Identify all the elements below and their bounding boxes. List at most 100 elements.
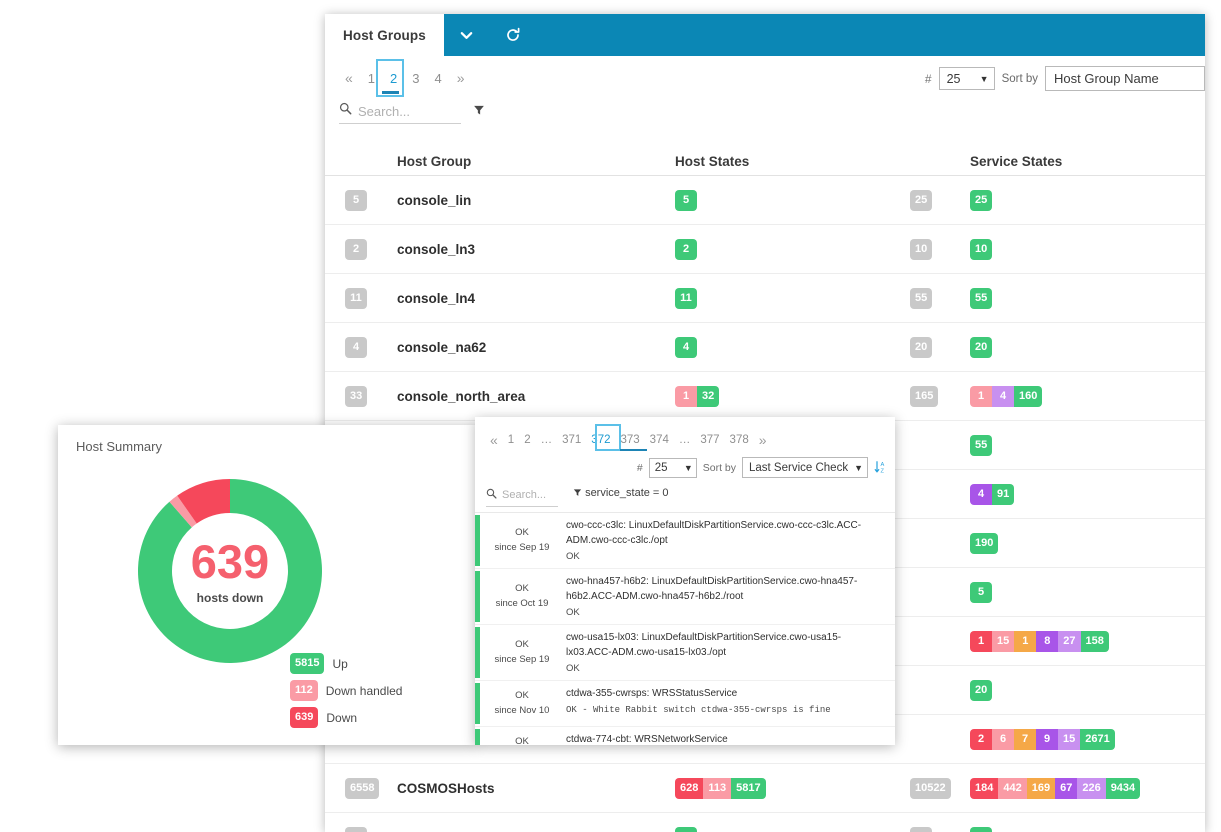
service-state-badge: 5: [970, 581, 992, 603]
services-pagination-next[interactable]: »: [755, 431, 771, 449]
chevron-down-icon[interactable]: [444, 14, 490, 56]
services-search-input[interactable]: Search...: [486, 486, 558, 507]
row-host-group-name[interactable]: console_lin: [397, 193, 675, 208]
legend-label: Down: [326, 710, 358, 725]
service-state-label: OK: [515, 639, 529, 651]
services-per-page-value: 25: [654, 461, 668, 474]
service-state-badge: 9434: [1105, 777, 1141, 799]
table-row[interactable]: 11 console_ln4 11 55 55: [325, 274, 1205, 323]
service-name[interactable]: ctdwa-774-cbt: WRSNetworkService: [566, 733, 883, 745]
service-info: cwo-hna457-h6b2: LinuxDefaultDiskPartiti…: [564, 569, 895, 624]
pagination-prev[interactable]: «: [339, 68, 359, 88]
service-info: cwo-usa15-lx03: LinuxDefaultDiskPartitio…: [564, 625, 895, 680]
services-pagination-page-1[interactable]: 1: [504, 433, 518, 447]
service-row[interactable]: OK since Oct 19 cwo-hna457-h6b2: LinuxDefa…: [475, 569, 895, 625]
services-pagination-page-2[interactable]: 2: [520, 433, 534, 447]
services-pagination-page-…[interactable]: …: [675, 433, 695, 447]
host-state-group: 4: [675, 336, 697, 358]
services-sort-by-select[interactable]: Last Service Check ▼: [742, 457, 868, 478]
row-host-group-name[interactable]: console_north_area: [397, 389, 675, 404]
tab-host-groups[interactable]: Host Groups: [325, 14, 444, 56]
legend-item[interactable]: 112 Down handled: [290, 680, 402, 701]
service-row[interactable]: OK since Sep 19 cwo-usa15-lx03: LinuxDefau…: [475, 625, 895, 681]
per-page-select[interactable]: 25 ▼: [938, 67, 995, 90]
host-summary-donut-chart[interactable]: 639 hosts down: [120, 461, 340, 681]
legend-item[interactable]: 5815 Up: [290, 653, 402, 674]
row-host-states: 1 32: [675, 385, 910, 407]
column-host-group[interactable]: Host Group: [397, 154, 675, 169]
services-pagination-page-377[interactable]: 377: [696, 433, 723, 447]
host-count-badge: 5: [345, 826, 367, 832]
row-host-states: 11: [675, 287, 910, 309]
service-state: OK since Sep 19: [480, 625, 564, 680]
pagination-page-1[interactable]: 1: [362, 69, 381, 88]
service-state-badge: 190: [970, 532, 999, 554]
table-row[interactable]: 5 console_lin 5 25 25: [325, 176, 1205, 225]
host-count-badge: 4: [345, 336, 367, 358]
service-state-badge: 91: [992, 483, 1015, 505]
service-row[interactable]: OKsince Jun 8ctdwa-774-cbt: WRSNetworkSe…: [475, 727, 895, 745]
services-pagination-page-374[interactable]: 374: [646, 433, 673, 447]
row-service-states: 20: [970, 679, 1205, 701]
service-name[interactable]: cwo-hna457-h6b2: LinuxDefaultDiskPartiti…: [566, 575, 883, 604]
service-output: OK: [566, 663, 580, 674]
legend-label: Down handled: [325, 683, 403, 698]
table-row[interactable]: 2 console_ln3 2 10 10: [325, 225, 1205, 274]
column-service-states[interactable]: Service States: [970, 154, 1205, 169]
table-row[interactable]: 6558 COSMOSHosts 628 113 5817 10522 184 442 169 6…: [325, 764, 1205, 813]
host-count-badge: 6558: [345, 777, 380, 799]
sort-by-value: Host Group Name: [1054, 71, 1159, 86]
table-row[interactable]: 33 console_north_area 1 32 165 1 4 160: [325, 372, 1205, 421]
sort-by-select[interactable]: Host Group Name: [1045, 66, 1205, 91]
services-pagination-page-371[interactable]: 371: [558, 433, 585, 447]
legend-item[interactable]: 639 Down: [290, 707, 402, 728]
sort-az-icon[interactable]: A Z: [874, 460, 887, 476]
services-pagination-page-378[interactable]: 378: [726, 433, 753, 447]
donut-slice-up[interactable]: [138, 479, 322, 663]
service-name[interactable]: cwo-usa15-lx03: LinuxDefaultDiskPartitio…: [566, 631, 883, 660]
filter-icon[interactable]: [473, 104, 485, 119]
row-host-group-name[interactable]: console_na62: [397, 340, 675, 355]
row-host-group-name[interactable]: console_ln4: [397, 291, 675, 306]
table-row[interactable]: 4 console_na62 4 20 20: [325, 323, 1205, 372]
services-per-page-select[interactable]: 25 ▼: [648, 457, 697, 478]
search-icon: [339, 102, 352, 120]
column-host-states[interactable]: Host States: [675, 154, 910, 169]
service-row[interactable]: OK since Sep 19 cwo-ccc-c3lc: LinuxDefault…: [475, 513, 895, 569]
pagination-page-3[interactable]: 3: [406, 69, 425, 88]
row-host-states: 2: [675, 238, 910, 260]
svg-text:Z: Z: [881, 468, 885, 473]
service-state-badge: 6: [992, 728, 1014, 750]
svg-text:A: A: [881, 462, 885, 468]
host-count-badge: 2: [345, 238, 367, 260]
service-state-badge: 67: [1055, 777, 1078, 799]
services-pagination-prev[interactable]: «: [486, 431, 502, 449]
search-input[interactable]: Search...: [339, 102, 461, 124]
service-state-badge: 226: [1077, 777, 1106, 799]
row-host-group-name[interactable]: COSMOSHosts: [397, 781, 675, 796]
services-active-filter[interactable]: service_state = 0: [573, 487, 669, 499]
pagination-page-2[interactable]: 2: [384, 69, 403, 88]
host-state-badge: 5817: [731, 777, 766, 799]
host-state-badge: 2: [675, 238, 697, 260]
service-state-group: 184 442 169 67 226 9434: [970, 777, 1141, 799]
toolbar-row: « 1 2 3 4 » # 25 ▼ Sort by Host Group Na…: [325, 56, 1205, 102]
table-row[interactable]: 5data_server52020: [325, 813, 1205, 832]
pagination-page-4[interactable]: 4: [429, 69, 448, 88]
service-name[interactable]: cwo-ccc-c3lc: LinuxDefaultDiskPartitionS…: [566, 519, 883, 548]
service-row[interactable]: OK since Nov 10 ctdwa-355-cwrsps: WRSStatu…: [475, 681, 895, 727]
service-state-since: since Sep 19: [494, 541, 550, 553]
service-name[interactable]: ctdwa-355-cwrsps: WRSStatusService: [566, 687, 883, 702]
refresh-icon[interactable]: [490, 14, 536, 56]
host-count-badge: 11: [345, 287, 367, 309]
row-service-states: 55: [970, 287, 1205, 309]
row-host-count: 11: [325, 287, 397, 309]
legend-label: Up: [332, 656, 348, 671]
service-output: OK - White Rabbit switch ctdwa-355-cwrsp…: [566, 704, 831, 715]
services-pagination-page-…[interactable]: …: [537, 433, 557, 447]
pagination-next[interactable]: »: [451, 68, 471, 88]
service-state-label: OK: [515, 690, 529, 702]
table-header: Host Group Host States Service States: [325, 144, 1205, 176]
row-host-group-name[interactable]: console_ln3: [397, 242, 675, 257]
service-state-group: 55: [970, 434, 993, 456]
